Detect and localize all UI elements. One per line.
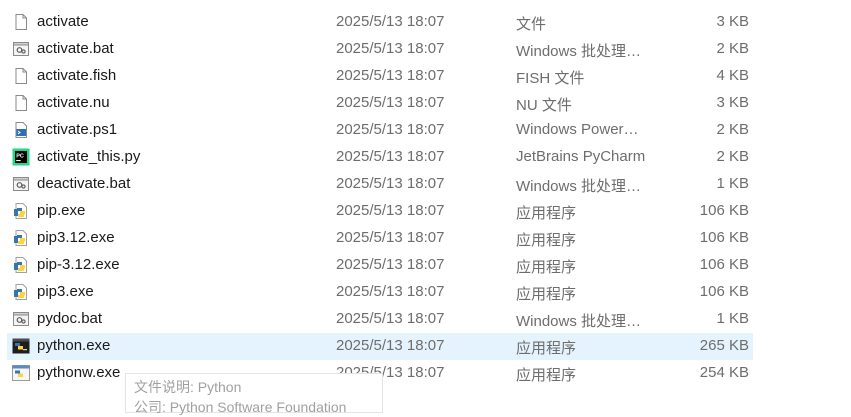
blank-file-icon [12,13,30,31]
file-size: 254 KB [699,364,749,381]
powershell-file-icon [12,121,30,139]
file-name: pip-3.12.exe [37,256,120,273]
file-row[interactable]: python.exe 2025/5/13 18:07 应用程序 265 KB [0,333,851,360]
file-row[interactable]: activate.nu 2025/5/13 18:07 NU 文件 3 KB [0,90,851,117]
file-type: Windows 批处理… [516,313,642,330]
file-row[interactable]: pip3.exe 2025/5/13 18:07 应用程序 106 KB [0,279,851,306]
file-type: 应用程序 [516,367,577,384]
file-date-modified: 2025/5/13 18:07 [336,175,445,192]
file-date-modified: 2025/5/13 18:07 [336,67,445,84]
file-size: 3 KB [716,94,749,111]
file-name: pip3.exe [37,283,94,300]
file-name: activate.bat [37,40,114,57]
python-exe-icon [12,283,30,301]
blank-file-icon [12,94,30,112]
file-type: JetBrains PyCharm [516,148,646,165]
file-type: Windows 批处理… [516,43,642,60]
file-name: activate [37,13,89,30]
file-row[interactable]: pydoc.bat 2025/5/13 18:07 Windows 批处理… 1 KB [0,306,851,333]
file-date-modified: 2025/5/13 18:07 [336,40,445,57]
file-type: 应用程序 [516,205,577,222]
file-row[interactable]: activate.fish 2025/5/13 18:07 FISH 文件 4 KB [0,63,851,90]
svg-text:PC: PC [16,153,24,159]
file-name: pydoc.bat [37,310,103,327]
file-name: activate_this.py [37,148,141,165]
file-row[interactable]: pip.exe 2025/5/13 18:07 应用程序 106 KB [0,198,851,225]
file-size: 1 KB [716,175,749,192]
file-date-modified: 2025/5/13 18:07 [336,229,445,246]
file-type: Windows Power… [516,121,639,138]
file-date-modified: 2025/5/13 18:07 [336,256,445,273]
file-name: activate.fish [37,67,117,84]
file-date-modified: 2025/5/13 18:07 [336,121,445,138]
batch-file-icon [12,40,30,58]
file-name: pip.exe [37,202,86,219]
file-tooltip: 文件说明: Python 公司: Python Software Foundat… [125,373,383,415]
file-type: 应用程序 [516,232,577,249]
python-exe-icon [12,229,30,247]
file-date-modified: 2025/5/13 18:07 [336,310,445,327]
file-name: pip3.12.exe [37,229,115,246]
file-type: 应用程序 [516,286,577,303]
file-row[interactable]: pip-3.12.exe 2025/5/13 18:07 应用程序 106 KB [0,252,851,279]
file-size: 106 KB [699,202,749,219]
file-date-modified: 2025/5/13 18:07 [336,148,445,165]
file-row[interactable]: pip3.12.exe 2025/5/13 18:07 应用程序 106 KB [0,225,851,252]
python-exe-icon [12,256,30,274]
python-window-icon [12,364,30,382]
file-size: 4 KB [716,67,749,84]
tooltip-description: 文件说明: Python [134,379,242,395]
file-row[interactable]: activate.bat 2025/5/13 18:07 Windows 批处理… 2… [0,36,851,63]
tooltip-company: 公司: Python Software Foundation [134,399,347,415]
file-size: 106 KB [699,283,749,300]
file-size: 2 KB [716,121,749,138]
file-name: activate.ps1 [37,121,118,138]
file-size: 2 KB [716,40,749,57]
file-size: 106 KB [699,229,749,246]
file-type: 应用程序 [516,340,577,357]
file-list: activate 2025/5/13 18:07 文件 3 KB activate.ba… [0,9,851,387]
batch-file-icon [12,310,30,328]
python-console-icon [12,337,30,355]
file-type: Windows 批处理… [516,178,642,195]
file-row[interactable]: activate 2025/5/13 18:07 文件 3 KB [0,9,851,36]
file-date-modified: 2025/5/13 18:07 [336,94,445,111]
pycharm-file-icon: PC [12,148,30,166]
file-size: 106 KB [699,256,749,273]
file-name: deactivate.bat [37,175,131,192]
file-name: activate.nu [37,94,110,111]
batch-file-icon [12,175,30,193]
file-date-modified: 2025/5/13 18:07 [336,202,445,219]
python-exe-icon [12,202,30,220]
file-date-modified: 2025/5/13 18:07 [336,337,445,354]
file-size: 3 KB [716,13,749,30]
file-size: 1 KB [716,310,749,327]
file-row[interactable]: deactivate.bat 2025/5/13 18:07 Windows 批处理… [0,171,851,198]
file-type: 应用程序 [516,259,577,276]
blank-file-icon [12,67,30,85]
file-type: FISH 文件 [516,70,585,87]
file-name: python.exe [37,337,111,354]
file-row[interactable]: activate.ps1 2025/5/13 18:07 Windows Power… [0,117,851,144]
file-date-modified: 2025/5/13 18:07 [336,283,445,300]
file-size: 265 KB [699,337,749,354]
file-type: 文件 [516,16,547,33]
file-date-modified: 2025/5/13 18:07 [336,13,445,30]
file-row[interactable]: PC activate_this.py 2025/5/13 18:07 JetBrai… [0,144,851,171]
file-type: NU 文件 [516,97,572,114]
file-size: 2 KB [716,148,749,165]
file-name: pythonw.exe [37,364,121,381]
